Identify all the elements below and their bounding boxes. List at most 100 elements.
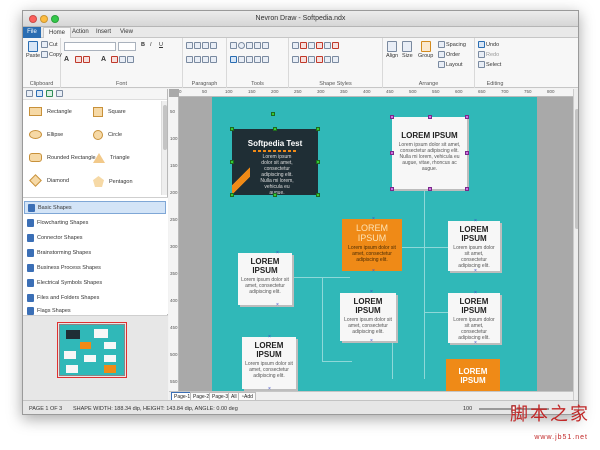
valign-buttons[interactable]: [186, 56, 217, 63]
pointer-tools[interactable]: [230, 56, 269, 63]
shape-square[interactable]: Square: [93, 107, 126, 117]
tab-file[interactable]: File: [23, 27, 41, 38]
paste-button[interactable]: Paste: [26, 41, 40, 59]
library-list: Basic Shapes Flowcharting Shapes Connect…: [23, 197, 168, 315]
resize-handle[interactable]: [465, 115, 469, 119]
resize-handle[interactable]: [428, 187, 432, 191]
select-button[interactable]: Select: [478, 61, 501, 68]
no-shadow-icon: [332, 42, 339, 49]
save-library-icon[interactable]: [46, 90, 53, 97]
drawing-canvas[interactable]: 0 50 100 150 200 250 300 350 400 450 500…: [169, 89, 573, 400]
shape-circle[interactable]: Circle: [93, 130, 122, 140]
resize-handle[interactable]: [316, 127, 320, 131]
resize-handle[interactable]: [273, 127, 277, 131]
resize-handle[interactable]: [390, 115, 394, 119]
style-effect-buttons[interactable]: [292, 56, 339, 63]
lorem-box-left-2[interactable]: LOREM IPSUM Lorem ipsum dolor sit amet, …: [242, 337, 296, 389]
pan-zoom-preview[interactable]: [23, 315, 168, 400]
canvas-vertical-scrollbar[interactable]: [573, 89, 578, 400]
library-business-process-shapes[interactable]: Business Process Shapes: [24, 261, 166, 274]
shape-diamond[interactable]: Diamond: [29, 174, 69, 187]
minimize-window-icon[interactable]: [40, 15, 48, 23]
align-buttons[interactable]: [186, 42, 217, 49]
align-bottom-icon: [202, 56, 209, 63]
rotate-handle[interactable]: [271, 112, 275, 116]
close-window-icon[interactable]: [29, 15, 37, 23]
size-button[interactable]: Size: [402, 41, 413, 59]
resize-handle[interactable]: [230, 193, 234, 197]
underline-button[interactable]: U: [159, 42, 163, 48]
align-button[interactable]: Align: [386, 41, 398, 59]
library-basic-shapes[interactable]: Basic Shapes: [24, 201, 166, 214]
lorem-box-center[interactable]: LOREM IPSUM Lorem ipsum dolor sit amet, …: [340, 293, 396, 341]
shape-ellipse[interactable]: Ellipse: [29, 130, 63, 139]
resize-handle[interactable]: [465, 151, 469, 155]
font-family-combo[interactable]: [64, 42, 116, 51]
resize-handle[interactable]: [465, 187, 469, 191]
scrollbar-thumb[interactable]: [163, 105, 167, 150]
resize-handle[interactable]: [316, 193, 320, 197]
copy-button[interactable]: Copy: [41, 51, 62, 58]
shape-rounded-rectangle[interactable]: Rounded Rectangle: [29, 153, 96, 162]
order-icon: [438, 51, 445, 58]
lorem-box-right-1[interactable]: LOREM IPSUM Lorem ipsum dolor sit amet, …: [448, 221, 500, 271]
cut-button[interactable]: Cut: [41, 41, 58, 48]
font-fill-button[interactable]: A: [101, 56, 106, 63]
diagram-page[interactable]: Softpedia Test Lorem ipsum dolor sit ame…: [212, 97, 537, 397]
resize-handle[interactable]: [390, 187, 394, 191]
line-tool-icon: [246, 42, 253, 49]
spacing-button[interactable]: Spacing: [438, 41, 466, 48]
tab-view[interactable]: View: [115, 27, 138, 38]
library-menu-icon[interactable]: [56, 90, 63, 97]
italic-button[interactable]: I: [150, 42, 152, 48]
effects-icon: [324, 56, 331, 63]
resize-handle[interactable]: [390, 151, 394, 155]
lorem-box-top[interactable]: LOREM IPSUM Lorem ipsum dolor sit amet, …: [392, 117, 467, 189]
shape-rectangle[interactable]: Rectangle: [29, 107, 72, 116]
resize-handle[interactable]: [230, 127, 234, 131]
page-indicator: PAGE 1 OF 3: [29, 406, 63, 412]
open-library-icon[interactable]: [36, 90, 43, 97]
rectangle-icon: [29, 107, 42, 116]
connection-point-icon: ×: [474, 268, 477, 274]
select-icon: [478, 61, 485, 68]
library-flags-shapes[interactable]: Flags Shapes: [24, 306, 166, 315]
library-flowcharting-shapes[interactable]: Flowcharting Shapes: [24, 216, 166, 229]
resize-handle[interactable]: [428, 115, 432, 119]
undo-button[interactable]: Undo: [478, 41, 499, 48]
rectangle-tool-icon: [230, 42, 237, 49]
library-files-folders-shapes[interactable]: Files and Folders Shapes: [24, 291, 166, 304]
draw-tools[interactable]: [230, 42, 269, 49]
font-effects-button[interactable]: [111, 56, 134, 63]
softpedia-test-shape[interactable]: Softpedia Test Lorem ipsum dolor sit ame…: [232, 129, 318, 196]
shape-gallery-scrollbar[interactable]: [161, 101, 167, 195]
library-connector-shapes[interactable]: Connector Shapes: [24, 231, 166, 244]
font-size-combo[interactable]: [118, 42, 136, 51]
tab-insert[interactable]: Insert: [91, 27, 116, 38]
bold-button[interactable]: B: [141, 42, 145, 48]
tab-action[interactable]: Action: [67, 27, 94, 38]
resize-handle[interactable]: [230, 160, 234, 164]
scrollbar-thumb[interactable]: [575, 109, 578, 229]
status-bar: PAGE 1 OF 3 SHAPE WIDTH: 188.34 dip, HEI…: [23, 400, 578, 414]
library-brainstorming-shapes[interactable]: Brainstorming Shapes: [24, 246, 166, 259]
resize-handle[interactable]: [316, 160, 320, 164]
layout-button[interactable]: Layout: [438, 61, 463, 68]
font-color-button[interactable]: A: [64, 56, 69, 63]
library-electrical-symbols-shapes[interactable]: Electrical Symbols Shapes: [24, 276, 166, 289]
resize-handle[interactable]: [273, 193, 277, 197]
text-style-button[interactable]: [75, 56, 90, 63]
group-button[interactable]: Group: [418, 41, 433, 59]
lorem-box-left-1[interactable]: LOREM IPSUM Lorem ipsum dolor sit amet, …: [238, 253, 292, 305]
maximize-window-icon[interactable]: [51, 15, 59, 23]
lorem-box-orange[interactable]: LOREM IPSUM Lorem ipsum dolor sit amet, …: [342, 219, 402, 271]
preview-viewport[interactable]: [57, 322, 127, 378]
lorem-box-right-2[interactable]: LOREM IPSUM Lorem ipsum dolor sit amet, …: [448, 293, 500, 343]
shape-triangle[interactable]: Triangle: [93, 153, 130, 163]
new-library-icon[interactable]: [26, 90, 33, 97]
ellipse-tool-icon: [238, 42, 245, 49]
order-button[interactable]: Order: [438, 51, 460, 58]
redo-button[interactable]: Redo: [478, 51, 499, 58]
shape-pentagon[interactable]: Pentagon: [93, 176, 133, 187]
fill-style-buttons[interactable]: [292, 42, 339, 49]
